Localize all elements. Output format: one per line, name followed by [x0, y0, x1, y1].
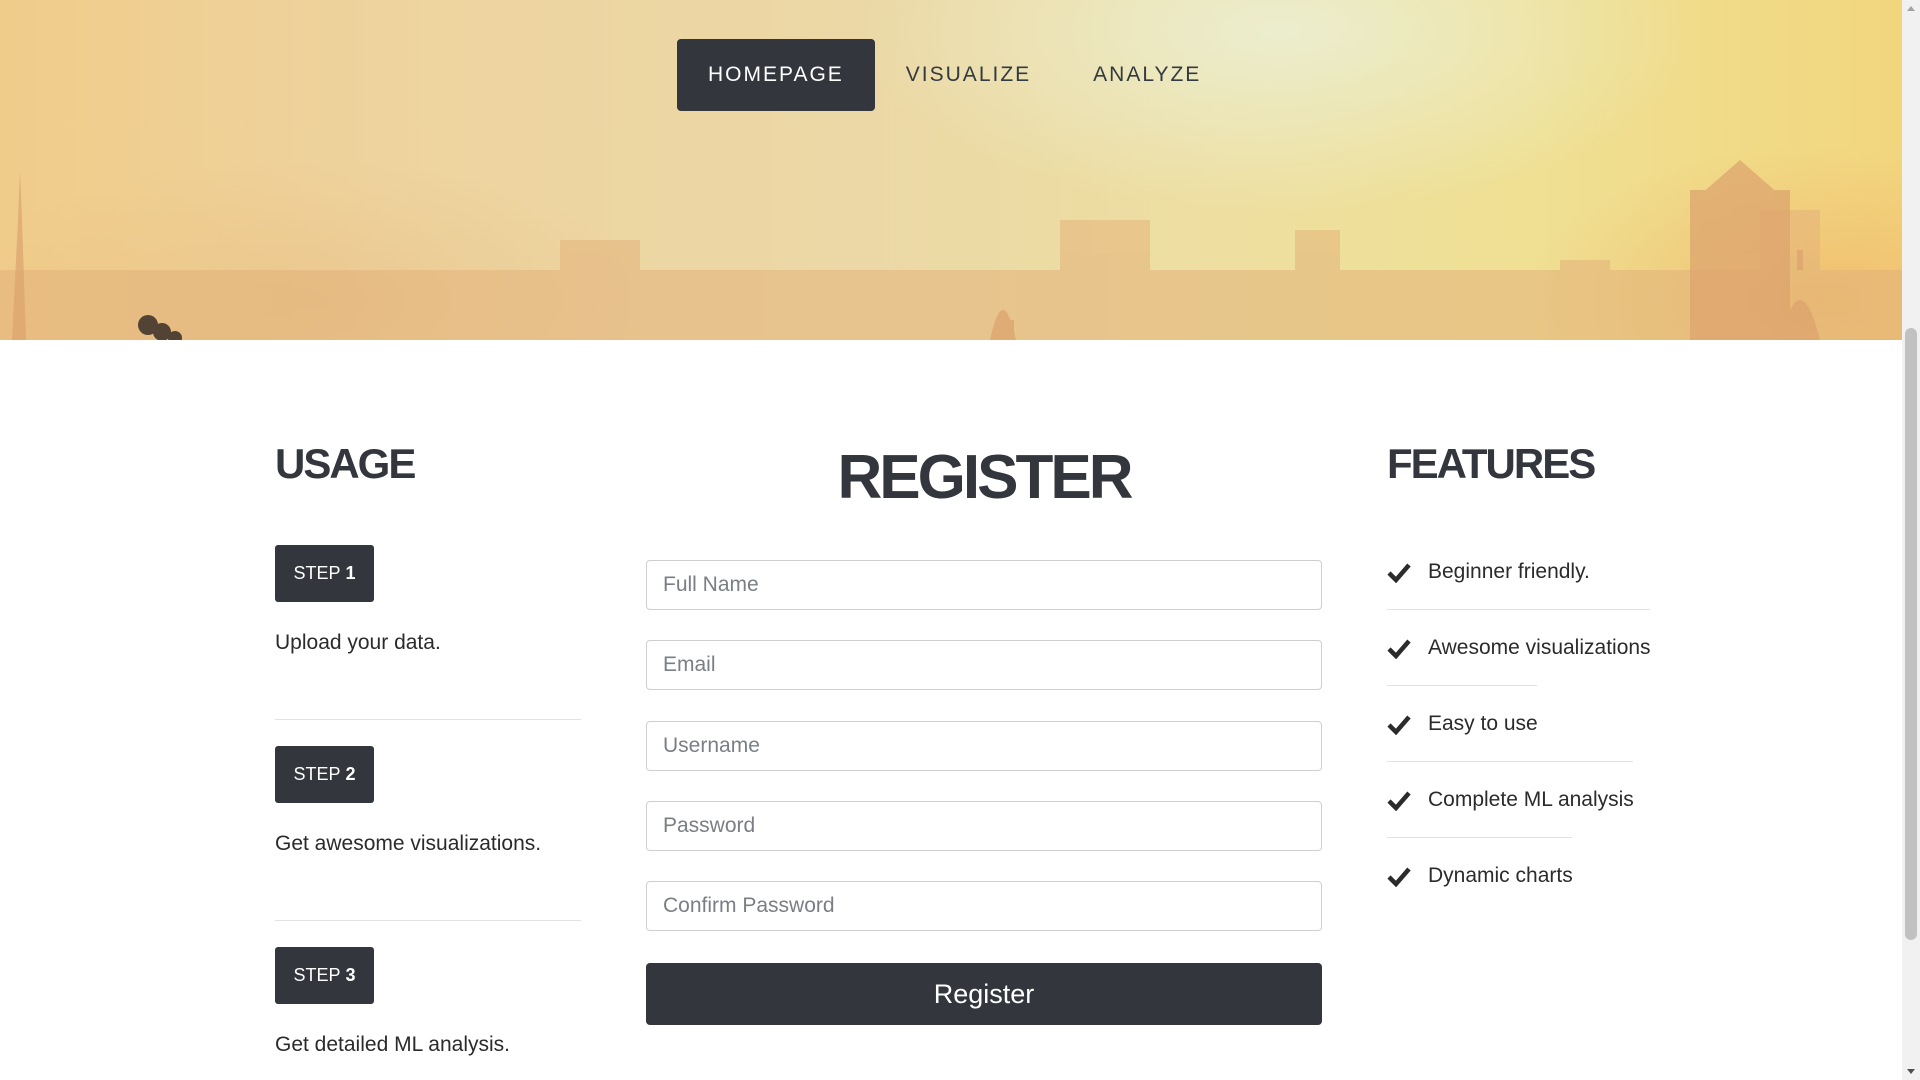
- feature-text: Complete ML analysis: [1428, 788, 1634, 811]
- register-title: REGISTER: [837, 443, 1134, 512]
- step-2: STEP 2 Get awesome visualizations.: [275, 746, 581, 856]
- usage-title: USAGE: [275, 440, 416, 487]
- register-form: Register: [646, 560, 1322, 1025]
- checkmark-icon: [1387, 715, 1411, 735]
- feature-text: Easy to use: [1428, 712, 1538, 735]
- page-scrollbar[interactable]: [1902, 0, 1920, 1080]
- step-badge-number: 2: [345, 764, 356, 784]
- page: HOMEPAGE VISUALIZE ANALYZE USAGE STEP 1 …: [0, 0, 1902, 1080]
- checkmark-icon: [1387, 867, 1411, 887]
- step-badge-prefix: STEP: [293, 764, 341, 784]
- features-title: FEATURES: [1387, 440, 1596, 487]
- email-input[interactable]: [646, 640, 1322, 690]
- full-name-input[interactable]: [646, 560, 1322, 610]
- checkmark-icon: [1387, 563, 1411, 583]
- feature-item: Awesome visualizations: [1387, 610, 1651, 686]
- step-badge-number: 3: [345, 965, 356, 985]
- step-badge: STEP 1: [275, 545, 374, 602]
- username-input[interactable]: [646, 721, 1322, 771]
- step-badge-prefix: STEP: [293, 965, 341, 985]
- feature-text: Awesome visualizations: [1428, 636, 1651, 659]
- checkmark-icon: [1387, 639, 1411, 659]
- step-1: STEP 1 Upload your data.: [275, 545, 581, 655]
- scroll-up-arrow-icon[interactable]: [1907, 6, 1915, 11]
- city-skyline-image: [0, 160, 1902, 340]
- scroll-down-arrow-icon[interactable]: [1907, 1069, 1915, 1074]
- step-description: Upload your data.: [275, 631, 441, 654]
- features-list: Beginner friendly. Awesome visualization…: [1387, 534, 1651, 914]
- nav-analyze[interactable]: ANALYZE: [1062, 39, 1232, 111]
- step-divider: [275, 719, 581, 720]
- confirm-password-input[interactable]: [646, 881, 1322, 931]
- password-input[interactable]: [646, 801, 1322, 851]
- step-badge: STEP 2: [275, 746, 374, 803]
- nav-homepage[interactable]: HOMEPAGE: [677, 39, 875, 111]
- feature-item: Dynamic charts: [1387, 838, 1651, 914]
- step-badge-number: 1: [345, 563, 356, 583]
- feature-item: Easy to use: [1387, 686, 1651, 762]
- scrollbar-thumb[interactable]: [1905, 328, 1917, 940]
- hero-banner: HOMEPAGE VISUALIZE ANALYZE: [0, 0, 1902, 340]
- step-3: STEP 3 Get detailed ML analysis.: [275, 947, 581, 1057]
- step-description: Get awesome visualizations.: [275, 832, 542, 855]
- step-badge-prefix: STEP: [293, 563, 341, 583]
- checkmark-icon: [1387, 791, 1411, 811]
- nav-visualize[interactable]: VISUALIZE: [875, 39, 1062, 111]
- feature-text: Beginner friendly.: [1428, 560, 1590, 583]
- step-badge: STEP 3: [275, 947, 374, 1004]
- feature-text: Dynamic charts: [1428, 864, 1573, 887]
- main-nav: HOMEPAGE VISUALIZE ANALYZE: [677, 39, 1232, 111]
- step-divider: [275, 920, 581, 921]
- feature-item: Complete ML analysis: [1387, 762, 1651, 838]
- step-description: Get detailed ML analysis.: [275, 1033, 511, 1056]
- register-button[interactable]: Register: [646, 963, 1322, 1025]
- feature-item: Beginner friendly.: [1387, 534, 1651, 610]
